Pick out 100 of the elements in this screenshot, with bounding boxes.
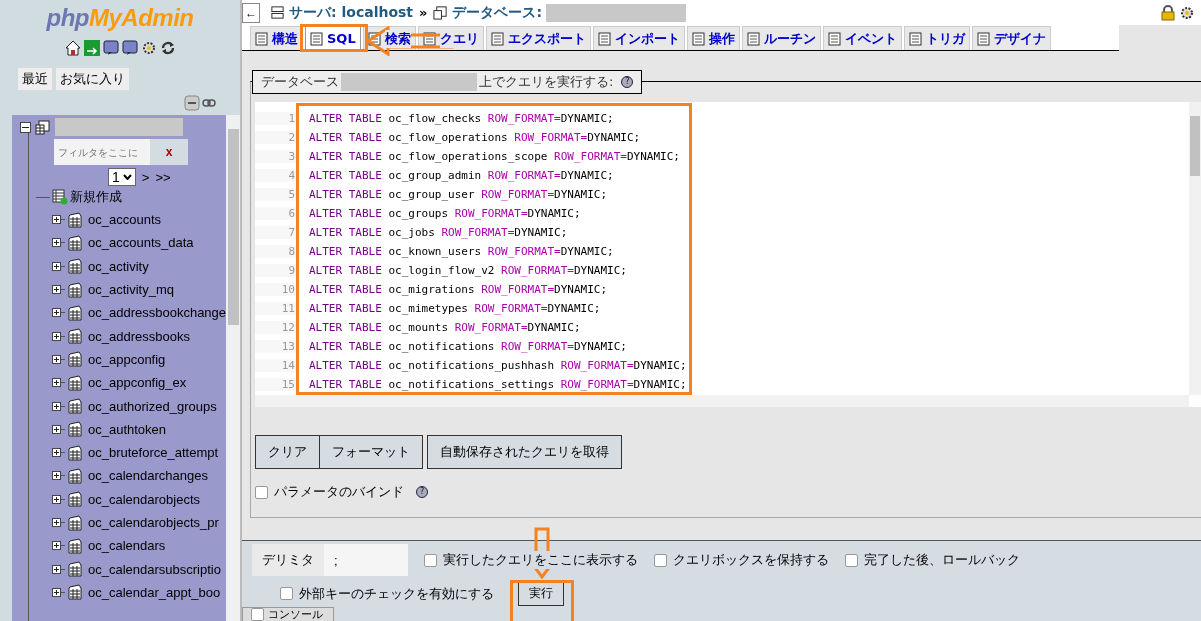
checkbox[interactable]	[424, 553, 437, 567]
database-link[interactable]: データベース:	[452, 3, 543, 22]
table-icon[interactable]	[67, 444, 83, 461]
expand-toggle[interactable]	[52, 587, 61, 597]
expand-toggle[interactable]	[52, 518, 61, 527]
table-icon[interactable]	[67, 398, 83, 414]
checkbox[interactable]	[280, 587, 293, 600]
table-link[interactable]: oc_bruteforce_attempt	[88, 445, 219, 461]
tab[interactable]: イベント	[822, 26, 902, 50]
back-button[interactable]: ←	[242, 2, 260, 23]
tab[interactable]: エクスポート	[485, 26, 591, 50]
nav-button[interactable]: 最近	[18, 68, 52, 90]
scrollbar[interactable]	[1189, 102, 1201, 395]
autosave-button[interactable]: 自動保存されたクエリを取得	[427, 435, 622, 469]
table-icon[interactable]	[67, 258, 83, 275]
table-icon[interactable]	[67, 467, 83, 484]
table-icon[interactable]	[67, 537, 83, 554]
expand-toggle[interactable]	[52, 238, 61, 248]
table-icon[interactable]	[67, 514, 83, 531]
table-icon[interactable]	[67, 304, 83, 321]
scrollbar[interactable]	[255, 395, 1189, 407]
link-icon[interactable]	[202, 98, 216, 108]
collapse-icon[interactable]	[184, 95, 200, 111]
clear-button[interactable]: クリア	[255, 435, 320, 469]
new-table-link[interactable]: 新規作成	[70, 188, 122, 206]
clear-button[interactable]: x	[150, 139, 188, 165]
checkbox[interactable]	[845, 553, 858, 567]
tab[interactable]: インポート	[592, 26, 685, 50]
table-link[interactable]: oc_accounts_data	[88, 235, 194, 251]
table-icon[interactable]	[67, 421, 83, 438]
help-icon[interactable]: ?	[621, 76, 634, 88]
table-link[interactable]: oc_calendarchanges	[88, 468, 208, 484]
expand-toggle[interactable]	[52, 261, 61, 271]
table-link[interactable]: oc_calendars	[88, 538, 166, 554]
delimiter-field[interactable]: ;	[324, 544, 408, 576]
expand-toggle[interactable]	[52, 354, 61, 364]
chat-icon[interactable]	[121, 40, 138, 56]
table-icon[interactable]	[67, 281, 83, 298]
sql-editor[interactable]	[255, 102, 1201, 407]
expand-toggle[interactable]	[52, 401, 61, 411]
table-icon[interactable]	[67, 211, 83, 228]
expand-toggle[interactable]	[52, 541, 61, 551]
table-icon[interactable]	[67, 561, 83, 578]
table-icon[interactable]	[67, 234, 83, 251]
table-icon[interactable]	[67, 584, 83, 601]
server-link[interactable]: サーバ: localhost	[289, 3, 414, 22]
tab[interactable]: 操作	[686, 26, 740, 50]
table-link[interactable]: oc_authtoken	[88, 421, 167, 437]
collapse-toggle[interactable]	[20, 121, 31, 133]
reload-icon[interactable]	[159, 40, 176, 56]
expand-toggle[interactable]	[52, 215, 61, 225]
expand-toggle[interactable]	[52, 564, 61, 574]
table-icon[interactable]	[67, 374, 83, 391]
go-button[interactable]: 実行	[518, 581, 564, 606]
expand-toggle[interactable]	[52, 424, 61, 434]
gear-icon[interactable]	[1179, 4, 1195, 21]
table-link[interactable]: oc_addressbooks	[88, 328, 190, 344]
table-link[interactable]: oc_activity_mq	[88, 282, 174, 298]
page-select[interactable]: 1	[108, 168, 136, 186]
table-icon[interactable]	[67, 491, 83, 508]
lock-icon[interactable]	[1161, 4, 1175, 21]
table-link[interactable]: oc_calendarsubscriptio	[88, 561, 221, 577]
tab[interactable]: ルーチン	[741, 26, 821, 50]
checkbox[interactable]	[654, 553, 667, 567]
tab[interactable]: SQL	[305, 26, 361, 50]
expand-toggle[interactable]	[52, 471, 61, 481]
filter-field[interactable]: フィルタをここに	[54, 139, 150, 165]
expand-toggle[interactable]	[52, 448, 61, 458]
help-icon[interactable]: ?	[416, 486, 428, 498]
expand-toggle[interactable]	[52, 285, 61, 295]
table-link[interactable]: oc_activity	[88, 258, 149, 274]
expand-toggle[interactable]	[52, 494, 61, 504]
expand-toggle[interactable]	[52, 378, 61, 388]
checkbox[interactable]	[255, 485, 268, 499]
next-page-link[interactable]: >	[141, 169, 150, 185]
table-link[interactable]: oc_appconfig_ex	[88, 375, 187, 391]
expand-toggle[interactable]	[52, 308, 61, 318]
scrollbar[interactable]	[226, 115, 240, 621]
table-icon[interactable]	[67, 328, 83, 345]
nav-button[interactable]: お気に入り	[56, 68, 129, 90]
checkbox-label: 実行したクエリをここに表示する	[443, 551, 638, 569]
gear-icon[interactable]	[140, 40, 157, 56]
table-link[interactable]: oc_addressbookchange	[88, 305, 227, 321]
tab[interactable]: デザイナ	[971, 26, 1051, 50]
console-tab[interactable]: コンソール	[242, 607, 334, 621]
table-link[interactable]: oc_calendar_appt_boo	[88, 584, 221, 600]
expand-toggle[interactable]	[52, 331, 61, 341]
table-icon[interactable]	[67, 351, 83, 368]
last-page-link[interactable]: >>	[155, 169, 171, 185]
tab[interactable]: トリガ	[903, 26, 970, 50]
table-link[interactable]: oc_calendarobjects_pr	[88, 515, 219, 530]
table-link[interactable]: oc_calendarobjects	[88, 491, 201, 507]
help-icon[interactable]	[102, 40, 119, 56]
table-link[interactable]: oc_authorized_groups	[88, 398, 217, 414]
format-button[interactable]: フォーマット	[320, 435, 423, 469]
tab[interactable]: 構造	[250, 26, 303, 50]
exit-icon[interactable]	[83, 40, 100, 56]
table-link[interactable]: oc_accounts	[88, 212, 161, 228]
table-link[interactable]: oc_appconfig	[88, 351, 166, 367]
home-icon[interactable]	[64, 40, 81, 56]
